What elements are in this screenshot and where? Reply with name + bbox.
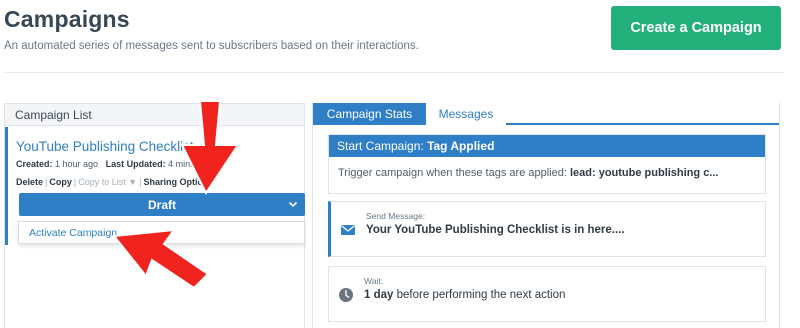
tab-messages[interactable]: Messages: [426, 103, 506, 125]
create-campaign-button[interactable]: Create a Campaign: [611, 6, 781, 50]
caret-down-icon[interactable]: ▼: [128, 177, 137, 187]
start-label: Start Campaign:: [337, 139, 424, 153]
trigger-tags: lead: youtube publishing c...: [569, 167, 719, 179]
page-title: Campaigns: [4, 6, 130, 32]
campaign-detail-panel: Campaign Stats Messages Start Campaign: …: [312, 103, 780, 328]
annotation-arrow-left: [112, 228, 210, 290]
header-divider: [4, 72, 784, 73]
delete-link[interactable]: Delete: [16, 177, 43, 187]
trigger-type: Tag Applied: [427, 139, 495, 153]
campaign-title[interactable]: YouTube Publishing Checklist: [16, 139, 194, 154]
clock-icon: [339, 288, 353, 302]
send-message-step[interactable]: Send Message: Your YouTube Publishing Ch…: [328, 201, 766, 257]
wait-description: before performing the next action: [396, 289, 566, 301]
updated-label: Last Updated:: [105, 159, 166, 169]
envelope-icon: [341, 225, 355, 235]
created-label: Created:: [16, 159, 53, 169]
copy-to-list-link[interactable]: Copy to List: [78, 177, 126, 187]
activate-campaign-option[interactable]: Activate Campaign: [29, 227, 117, 239]
copy-link[interactable]: Copy: [49, 177, 72, 187]
campaign-list-heading: Campaign List: [5, 104, 304, 126]
wait-value: 1 day before performing the next action: [364, 289, 565, 301]
campaign-status-dropdown[interactable]: Draft: [19, 193, 305, 216]
start-campaign-card[interactable]: Start Campaign: Tag Applied Trigger camp…: [328, 134, 766, 194]
wait-step[interactable]: Wait: 1 day before performing the next a…: [328, 266, 766, 322]
trigger-text: Trigger campaign when these tags are app…: [338, 167, 567, 179]
chevron-down-icon: [288, 201, 298, 208]
tab-campaign-stats[interactable]: Campaign Stats: [313, 103, 426, 125]
wait-duration: 1 day: [364, 289, 394, 301]
page-subtitle: An automated series of messages sent to …: [4, 40, 419, 52]
wait-label: Wait:: [364, 276, 384, 286]
start-campaign-header: Start Campaign: Tag Applied: [329, 135, 765, 157]
created-value: 1 hour ago: [55, 159, 99, 169]
status-label: Draft: [147, 197, 176, 212]
send-message-label: Send Message:: [366, 211, 426, 221]
message-subject: Your YouTube Publishing Checklist is in …: [366, 224, 625, 236]
detail-tabs: Campaign Stats Messages: [313, 103, 779, 125]
send-message-value: Your YouTube Publishing Checklist is in …: [366, 224, 625, 236]
trigger-description: Trigger campaign when these tags are app…: [329, 157, 765, 179]
campaign-list-panel: Campaign List YouTube Publishing Checkli…: [4, 103, 305, 328]
annotation-arrow-down: [180, 100, 240, 195]
